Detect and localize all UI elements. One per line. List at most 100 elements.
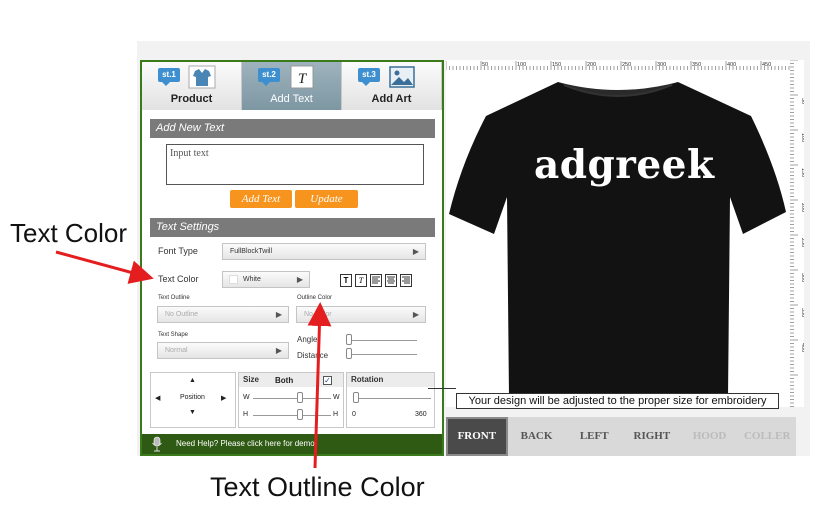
font-type-select[interactable]: FullBlockTwill ▶ — [222, 243, 426, 260]
italic-button[interactable]: T — [355, 274, 367, 287]
update-button[interactable]: Update — [295, 190, 358, 208]
rotation-control: Rotation 0 360 — [346, 372, 435, 428]
ruler-top-label: 50 — [482, 62, 488, 68]
view-back[interactable]: BACK — [508, 417, 566, 456]
text-color-value: White — [243, 276, 261, 283]
text-shape-label: Text Shape — [158, 332, 189, 338]
tab-add-text-label: Add Text — [270, 93, 313, 105]
align-center-button[interactable] — [385, 274, 397, 287]
align-right-icon — [402, 276, 410, 284]
stage: st.1 Product st.2 T Add Text st.3 Add Ar… — [0, 0, 820, 509]
rotation-min: 0 — [352, 411, 356, 418]
tshirt-image — [449, 82, 786, 397]
position-control: ▲ ◀ Position ▶ ▼ — [150, 372, 236, 428]
move-left-button[interactable]: ◀ — [155, 394, 160, 402]
help-text: Need Help? Please click here for demo. — [176, 439, 317, 448]
ruler-right-label: 100 — [800, 133, 804, 142]
width-label-right: W — [333, 394, 340, 401]
angle-slider-handle[interactable] — [346, 334, 352, 345]
annotation-text-color: Text Color — [10, 218, 128, 248]
step-badge: st.2 — [258, 68, 280, 86]
ruler-right-label: 400 — [800, 343, 804, 352]
view-left[interactable]: LEFT — [565, 417, 623, 456]
align-left-button[interactable] — [370, 274, 382, 287]
distance-slider-track — [347, 354, 417, 355]
tab-add-text[interactable]: st.2 T Add Text — [242, 62, 342, 110]
view-hood: HOOD — [692, 430, 727, 442]
step-badge: st.3 — [358, 68, 380, 86]
width-slider-handle[interactable] — [297, 392, 303, 403]
embroidery-notice: Your design will be adjusted to the prop… — [456, 393, 779, 409]
ruler-top-label: 300 — [657, 62, 666, 68]
both-label: Both — [275, 376, 294, 385]
tool-panel: st.1 Product st.2 T Add Text st.3 Add Ar… — [140, 60, 444, 456]
bold-button[interactable]: T — [340, 274, 352, 287]
rotation-max: 360 — [415, 411, 427, 418]
outline-color-value: No Color — [304, 311, 332, 318]
ruler-top-label: 450 — [762, 62, 771, 68]
distance-label: Distance — [297, 351, 329, 360]
add-new-text-header: Add New Text — [150, 119, 435, 138]
tab-add-art[interactable]: st.3 Add Art — [342, 62, 442, 110]
text-shape-value: Normal — [165, 347, 188, 354]
ruler-top-label: 250 — [622, 62, 631, 68]
rotation-header: Rotation — [347, 373, 434, 387]
rotation-slider-handle[interactable] — [353, 392, 359, 403]
play-arrow-icon: ▶ — [412, 247, 419, 256]
text-color-select[interactable]: White ▶ — [222, 271, 310, 288]
view-right[interactable]: RIGHT — [623, 417, 681, 456]
view-front[interactable]: FRONT — [446, 417, 508, 456]
microphone-icon — [152, 436, 162, 452]
height-label-right: H — [333, 411, 339, 418]
width-label: W — [243, 394, 250, 401]
ruler-right: 50 100 150 200 250 300 350 400 — [790, 60, 804, 407]
text-input[interactable]: Input text — [166, 144, 424, 185]
ruler-right-label: 50 — [800, 98, 804, 104]
ruler-right-label: 150 — [800, 168, 804, 177]
text-outline-value: No Outline — [165, 311, 199, 318]
text-color-label: Text Color — [158, 274, 199, 284]
notice-pointer-line — [428, 388, 456, 389]
font-type-label: Font Type — [158, 246, 198, 256]
text-outline-select[interactable]: No Outline ▶ — [157, 306, 289, 323]
outline-color-select[interactable]: No Color ▶ — [296, 306, 426, 323]
angle-label: Angle — [297, 335, 318, 344]
angle-slider-track — [347, 340, 417, 341]
add-text-button[interactable]: Add Text — [230, 190, 292, 208]
play-arrow-icon: ▶ — [275, 310, 282, 319]
height-slider-track — [253, 415, 331, 416]
annotation-outline-color: Text Outline Color — [210, 472, 425, 502]
text-icon: T — [290, 65, 314, 89]
text-settings-header: Text Settings — [150, 218, 435, 237]
both-checkbox[interactable]: ✓ — [323, 376, 332, 385]
design-canvas[interactable]: 50 100 150 200 250 300 350 400 450 50 100 150 200 25… — [428, 60, 804, 409]
align-center-icon — [387, 276, 395, 284]
height-label: H — [243, 411, 249, 418]
text-shape-select[interactable]: Normal ▶ — [157, 342, 289, 359]
play-arrow-icon: ▶ — [412, 310, 419, 319]
ruler-top-label: 100 — [517, 62, 526, 68]
play-arrow-icon: ▶ — [296, 275, 303, 284]
outline-color-label: Outline Color — [297, 295, 333, 301]
height-slider-handle[interactable] — [297, 409, 303, 420]
move-down-button[interactable]: ▼ — [189, 409, 196, 416]
align-left-icon — [372, 276, 380, 284]
font-type-value: FullBlockTwill — [230, 248, 273, 255]
view-tabs: FRONT BACK LEFT RIGHT HOOD COLLER — [446, 417, 796, 456]
ruler-right-label: 250 — [800, 238, 804, 247]
distance-slider-handle[interactable] — [346, 348, 352, 359]
ruler-top-label: 150 — [552, 62, 561, 68]
ruler-top-label: 350 — [692, 62, 701, 68]
move-right-button[interactable]: ▶ — [221, 394, 226, 402]
play-arrow-icon: ▶ — [275, 346, 282, 355]
ruler-right-label: 350 — [800, 308, 804, 317]
tab-product[interactable]: st.1 Product — [142, 62, 242, 110]
step-tabs: st.1 Product st.2 T Add Text st.3 Add Ar… — [142, 62, 442, 110]
align-right-button[interactable] — [400, 274, 412, 287]
shirt-icon — [188, 65, 216, 89]
ruler-right-label: 200 — [800, 203, 804, 212]
help-link[interactable]: Need Help? Please click here for demo. — [142, 434, 442, 454]
design-text-preview[interactable]: adgreek — [534, 142, 715, 188]
view-coller: COLLER — [743, 430, 791, 442]
move-up-button[interactable]: ▲ — [189, 377, 196, 384]
